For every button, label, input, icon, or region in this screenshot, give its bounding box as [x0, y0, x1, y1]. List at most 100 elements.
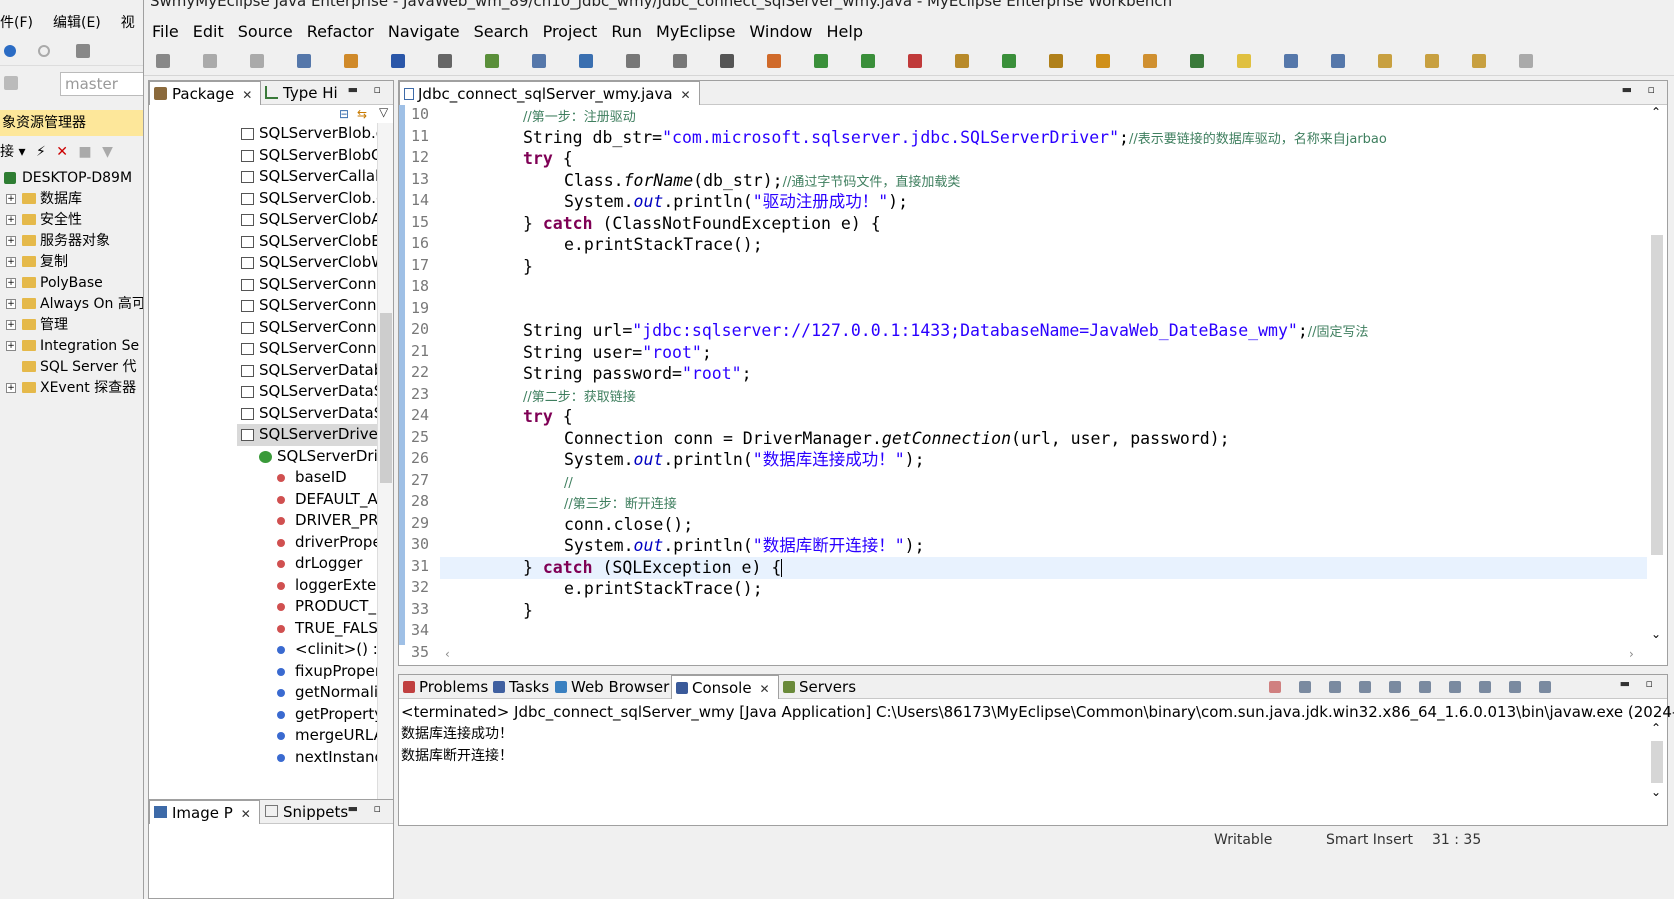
code-line[interactable]: String password="root";: [523, 363, 752, 385]
minimize-maximize-icon[interactable]: ▬ ▫: [348, 83, 387, 96]
tab-snippets[interactable]: Snippets: [261, 800, 356, 824]
new-web-project-icon[interactable]: [485, 54, 499, 68]
connect-dropdown-icon[interactable]: ▾: [18, 144, 25, 160]
print-icon[interactable]: [297, 54, 311, 68]
scroll-down-icon[interactable]: ⌄: [1651, 785, 1661, 799]
code-line[interactable]: //: [564, 471, 573, 493]
tree-node[interactable]: + Always On 高可: [0, 294, 143, 315]
code-line[interactable]: String user="root";: [523, 342, 712, 364]
filter-icon[interactable]: ▼: [102, 144, 113, 160]
show-on-error-icon[interactable]: [1449, 681, 1461, 693]
previous-edit-icon[interactable]: [1425, 54, 1439, 68]
scroll-lock-icon[interactable]: [1389, 681, 1401, 693]
package-tree-item[interactable]: getNormaliz: [149, 682, 379, 704]
show-on-output-icon[interactable]: [1419, 681, 1431, 693]
forward-icon[interactable]: [1519, 54, 1533, 68]
next-annotation-icon[interactable]: [1190, 54, 1204, 68]
refresh-icon[interactable]: [1002, 54, 1016, 68]
scroll-down-icon[interactable]: ⌄: [1651, 627, 1661, 641]
tab-servers[interactable]: Servers: [779, 675, 864, 699]
scrollbar-thumb[interactable]: [380, 313, 392, 483]
tab-tasks[interactable]: Tasks: [489, 675, 557, 699]
expand-icon[interactable]: +: [6, 194, 16, 204]
package-tree-item[interactable]: SQLServerClobBa: [149, 231, 379, 253]
stop-icon[interactable]: ■: [78, 144, 91, 160]
back-icon[interactable]: [4, 45, 16, 57]
scroll-left-icon[interactable]: ‹: [445, 647, 450, 661]
plug-icon[interactable]: ⚡: [36, 144, 46, 160]
back-icon[interactable]: [1472, 54, 1486, 68]
menu-refactor[interactable]: Refactor: [307, 20, 374, 44]
new-class-icon[interactable]: [532, 54, 546, 68]
package-tree-item[interactable]: TRUE_FALSE: [149, 618, 379, 640]
menu-window[interactable]: Window: [749, 20, 812, 44]
menu-search[interactable]: Search: [474, 20, 529, 44]
disconnect-icon[interactable]: ✕: [56, 144, 68, 160]
menu-source[interactable]: Source: [238, 20, 293, 44]
expand-icon[interactable]: +: [6, 215, 16, 225]
scroll-up-icon[interactable]: ⌃: [1651, 721, 1661, 735]
scroll-right-icon[interactable]: ›: [1629, 647, 1634, 661]
editor-hscrollbar[interactable]: ‹ ›: [439, 647, 1647, 665]
tree-node[interactable]: SQL Server 代: [0, 357, 143, 378]
code-line[interactable]: String url="jdbc:sqlserver://127.0.0.1:1…: [523, 320, 1369, 342]
tab-type-hierarchy[interactable]: Type Hi: [261, 81, 346, 105]
tree-node[interactable]: + Integration Se: [0, 336, 143, 357]
package-tree-item[interactable]: <clinit>() : v: [149, 639, 379, 661]
new-icon[interactable]: [156, 54, 170, 68]
package-tree-item[interactable]: SQLServerBlob.cl: [149, 123, 379, 145]
next-edit-icon[interactable]: [1378, 54, 1392, 68]
console-vscrollbar[interactable]: ⌃ ⌄: [1647, 721, 1667, 805]
menu-myeclipse[interactable]: MyEclipse: [656, 20, 735, 44]
forward-icon[interactable]: [38, 45, 50, 57]
package-tree-item[interactable]: SQLServerConne: [149, 338, 379, 360]
package-tree-item[interactable]: driverPrope: [149, 532, 379, 554]
menu-edit[interactable]: Edit: [193, 20, 224, 44]
code-line[interactable]: e.printStackTrace();: [564, 578, 763, 600]
tree-node[interactable]: + PolyBase: [0, 273, 143, 294]
open-perspective-icon[interactable]: [955, 54, 969, 68]
package-tree-item[interactable]: SQLServerClob.cl: [149, 188, 379, 210]
menu-project[interactable]: Project: [543, 20, 598, 44]
close-icon[interactable]: ✕: [760, 682, 770, 696]
package-tree-item[interactable]: DEFAULT_AI: [149, 489, 379, 511]
code-line[interactable]: String db_str="com.microsoft.sqlserver.j…: [523, 127, 1387, 149]
package-tree-item[interactable]: SQLServerClobAs: [149, 209, 379, 231]
branch-input[interactable]: master: [60, 72, 143, 96]
tab-package-explorer[interactable]: Package ✕: [149, 81, 262, 105]
package-tree-item[interactable]: mergeURLA: [149, 725, 379, 747]
code-line[interactable]: }: [523, 600, 533, 622]
package-tree-item[interactable]: SQLServerDataSc: [149, 403, 379, 425]
tree-node[interactable]: + 数据库: [0, 189, 143, 210]
git-icon[interactable]: [4, 76, 18, 90]
minimize-maximize-icon[interactable]: ▬ ▫: [1620, 677, 1659, 690]
code-line[interactable]: System.out.println("数据库断开连接！");: [564, 535, 925, 557]
expand-icon[interactable]: +: [6, 278, 16, 288]
close-icon[interactable]: ✕: [681, 88, 691, 102]
save-all-icon[interactable]: [250, 54, 264, 68]
menu-help[interactable]: Help: [827, 20, 863, 44]
tree-node[interactable]: DESKTOP-D89M: [0, 168, 143, 189]
package-tree-scrollbar[interactable]: [377, 123, 393, 813]
clear-console-icon[interactable]: [1359, 681, 1371, 693]
close-icon[interactable]: ✕: [242, 88, 252, 102]
code-line[interactable]: conn.close();: [564, 514, 693, 536]
code-line[interactable]: } catch (SQLException e) {: [523, 557, 783, 579]
code-line[interactable]: System.out.println("驱动注册成功！");: [564, 191, 908, 213]
package-tree-item[interactable]: SQLServerConne: [149, 317, 379, 339]
code-line[interactable]: e.printStackTrace();: [564, 234, 763, 256]
new-query-icon[interactable]: [76, 44, 90, 58]
deploy-icon[interactable]: [579, 54, 593, 68]
tree-node[interactable]: + 安全性: [0, 210, 143, 231]
pencil-icon[interactable]: [1096, 54, 1110, 68]
connect-button[interactable]: 接: [0, 144, 14, 160]
browser-icon[interactable]: [626, 54, 640, 68]
code-line[interactable]: //第三步：断开连接: [564, 492, 677, 514]
code-line[interactable]: } catch (ClassNotFoundException e) {: [523, 213, 881, 235]
link-editor-icon[interactable]: ⇆: [357, 107, 367, 121]
bg-menu-file[interactable]: 件(F): [0, 15, 33, 31]
debug-icon[interactable]: [438, 54, 452, 68]
open-console-icon[interactable]: [1539, 681, 1551, 693]
package-icon[interactable]: [391, 54, 405, 68]
package-tree-item[interactable]: SQLServerBlobOu: [149, 145, 379, 167]
